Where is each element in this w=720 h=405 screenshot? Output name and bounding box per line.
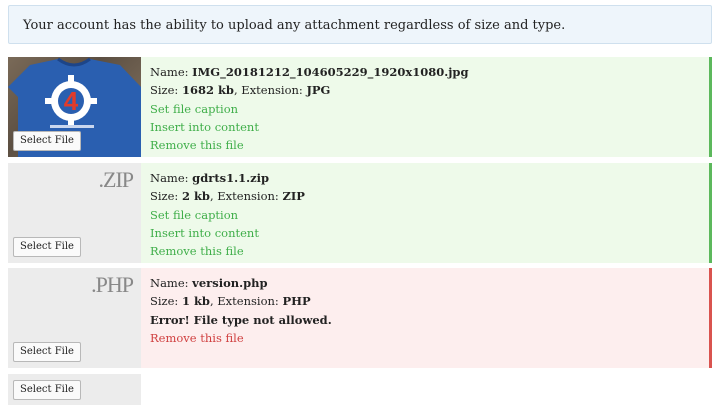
select-file-button[interactable]: Select File <box>13 131 81 151</box>
file-thumbnail: .PHP Select File <box>8 268 141 368</box>
file-type-label: .ZIP <box>98 167 134 192</box>
select-file-button[interactable]: Select File <box>13 342 81 362</box>
remove-file-link[interactable]: Remove this file <box>150 329 709 347</box>
file-extension: JPG <box>306 83 331 98</box>
insert-into-content-link[interactable]: Insert into content <box>150 118 709 136</box>
file-size: 2 kb <box>181 189 210 204</box>
file-name-line: Name: IMG_20181212_104605229_1920x1080.j… <box>150 65 469 79</box>
file-row-zip: .ZIP Select File Name: gdrts1.1.zip Size… <box>8 163 712 263</box>
insert-into-content-link[interactable]: Insert into content <box>150 224 709 242</box>
set-caption-link[interactable]: Set file caption <box>150 206 709 224</box>
remove-file-link[interactable]: Remove this file <box>150 136 709 154</box>
file-row-php: .PHP Select File Name: version.php Size:… <box>8 268 712 368</box>
error-message: Error! File type not allowed. <box>150 312 332 327</box>
set-caption-link[interactable]: Set file caption <box>150 100 709 118</box>
file-name-line: Name: gdrts1.1.zip <box>150 171 270 185</box>
file-info: Name: gdrts1.1.zip Size: 2 kb, Extension… <box>141 163 712 263</box>
upload-notice: Your account has the ability to upload a… <box>8 5 712 44</box>
file-name: version.php <box>192 276 268 290</box>
file-size: 1 kb <box>181 294 210 309</box>
file-thumbnail: 4 Select File <box>8 57 141 157</box>
file-name-line: Name: version.php <box>150 276 268 290</box>
file-size-line: Size: 1682 kb, Extension: JPG <box>150 83 331 98</box>
select-file-button[interactable]: Select File <box>13 237 81 257</box>
file-extension: ZIP <box>282 189 305 204</box>
file-type-label: .PHP <box>91 272 134 297</box>
file-size-line: Size: 1 kb, Extension: PHP <box>150 294 311 309</box>
file-row-empty: Select File <box>8 374 712 405</box>
file-info: Name: IMG_20181212_104605229_1920x1080.j… <box>141 57 712 157</box>
file-thumbnail: Select File <box>8 374 141 405</box>
file-row-image: 4 Select File Name: IMG_20181212_1046052… <box>8 57 712 157</box>
file-size-line: Size: 2 kb, Extension: ZIP <box>150 189 305 204</box>
file-name: gdrts1.1.zip <box>192 171 270 185</box>
file-size: 1682 kb <box>181 83 234 98</box>
svg-text:4: 4 <box>64 86 79 116</box>
file-extension: PHP <box>282 294 311 309</box>
file-name: IMG_20181212_104605229_1920x1080.jpg <box>192 65 469 79</box>
select-file-button[interactable]: Select File <box>13 380 81 400</box>
remove-file-link[interactable]: Remove this file <box>150 242 709 260</box>
file-info: Name: version.php Size: 1 kb, Extension:… <box>141 268 712 368</box>
file-thumbnail: .ZIP Select File <box>8 163 141 263</box>
